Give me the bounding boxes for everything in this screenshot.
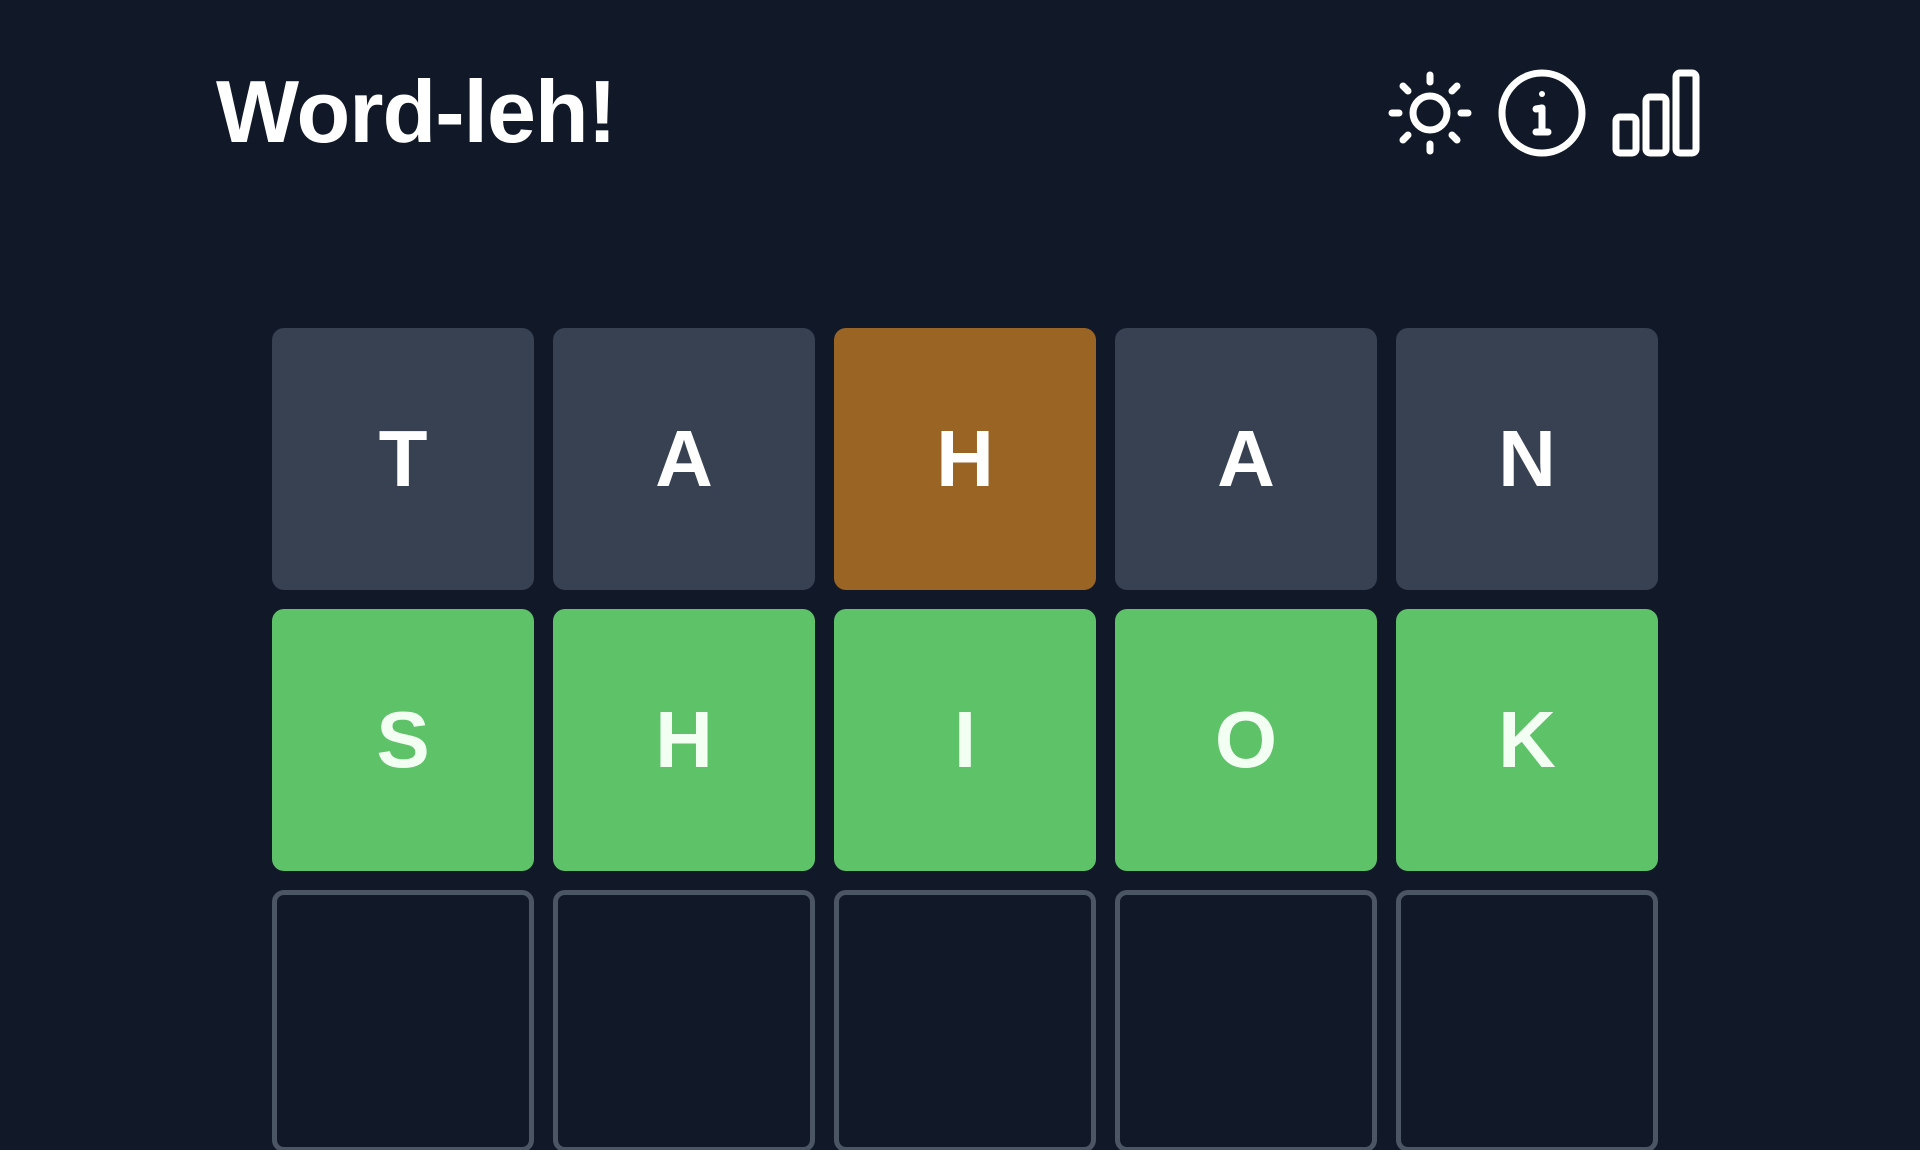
tile — [272, 890, 534, 1150]
header-icons — [1380, 62, 1710, 164]
tile: H — [553, 609, 815, 871]
tile: H — [834, 328, 1096, 590]
tile: K — [1396, 609, 1658, 871]
sun-icon[interactable] — [1380, 62, 1480, 164]
header: Word-leh! — [0, 0, 1920, 220]
info-icon[interactable] — [1492, 62, 1592, 164]
tile: A — [1115, 328, 1377, 590]
guess-row-1: T A H A N — [272, 328, 1658, 590]
tile: T — [272, 328, 534, 590]
game-board: T A H A N S H I O K — [272, 328, 1658, 1150]
tile — [553, 890, 815, 1150]
tile: I — [834, 609, 1096, 871]
guess-row-3 — [272, 890, 1658, 1150]
tile — [1396, 890, 1658, 1150]
guess-row-2: S H I O K — [272, 609, 1658, 871]
tile — [834, 890, 1096, 1150]
tile: O — [1115, 609, 1377, 871]
tile: S — [272, 609, 534, 871]
tile: N — [1396, 328, 1658, 590]
tile — [1115, 890, 1377, 1150]
stats-icon[interactable] — [1606, 62, 1706, 164]
page-title: Word-leh! — [216, 62, 617, 161]
tile: A — [553, 328, 815, 590]
